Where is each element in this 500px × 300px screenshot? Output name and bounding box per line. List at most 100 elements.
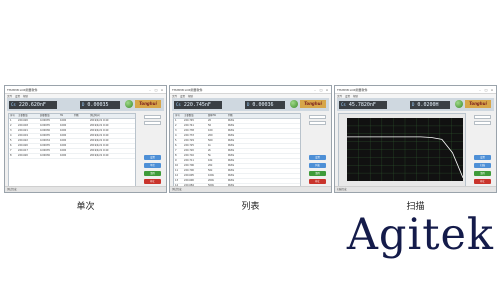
status-bar: 扫描完成 <box>335 186 496 192</box>
primary-display: Cs 220.620nF <box>9 100 57 109</box>
brand-logo: Tonghui <box>465 100 491 108</box>
minimize-button[interactable]: – <box>478 88 482 92</box>
table-body: 1 220.745 20 PASS 2 220.741 50 PASS 3 220.738 100 P… <box>174 119 300 192</box>
column-header[interactable]: 主参数值 <box>17 114 39 118</box>
title-bar: TH2838 LCR测量软件 – □ × <box>170 86 331 94</box>
param-field[interactable] <box>144 115 161 119</box>
table-cell: PASS <box>228 134 234 137</box>
table-cell: PASS <box>228 119 234 122</box>
table-cell: 5 <box>175 139 177 142</box>
table-cell: 6 <box>175 144 177 147</box>
table-cell <box>73 119 89 123</box>
list-button[interactable]: 列表 <box>309 163 326 168</box>
table-cell <box>73 139 89 143</box>
stop-button[interactable]: 停止 <box>309 179 326 184</box>
table-cell: 1000 <box>60 119 67 122</box>
table-cell: 2019/4/21 9:40 <box>90 134 109 137</box>
table-cell: 9 <box>175 159 177 162</box>
table-cell: 1000 <box>60 154 67 157</box>
table-cell: 220.706 <box>184 164 194 167</box>
settings-button[interactable]: 设置 <box>144 155 161 160</box>
table-cell: 3 <box>10 129 12 132</box>
window-title: TH2838 LCR测量软件 <box>7 87 38 92</box>
table-cell: PASS <box>228 124 234 127</box>
table-cell: 220.695 <box>184 174 194 177</box>
minimize-button[interactable]: – <box>313 88 317 92</box>
control-panel: 设置 列表 清除 停止 <box>305 113 329 188</box>
minimize-button[interactable]: – <box>148 88 152 92</box>
column-header[interactable]: Hz <box>59 114 73 118</box>
param-field[interactable] <box>474 115 491 119</box>
column-header[interactable]: 测试时间 <box>89 114 135 118</box>
column-header[interactable]: 判断 <box>227 114 247 118</box>
table-cell: 7 <box>175 149 177 152</box>
column-header[interactable]: 频率Hz <box>207 114 227 118</box>
column-header[interactable]: 序号 <box>9 114 17 118</box>
single-button[interactable]: 单次 <box>144 163 161 168</box>
table-cell: 1000 <box>60 129 67 132</box>
stop-button[interactable]: 停止 <box>144 179 161 184</box>
column-header[interactable]: 主参数值 <box>183 114 207 118</box>
param-field[interactable] <box>309 121 326 125</box>
table-cell: 2019/4/21 9:40 <box>90 154 109 157</box>
table-cell: 8 <box>175 154 177 157</box>
status-led-icon <box>125 100 133 108</box>
table-cell: 0.00035 <box>40 119 50 122</box>
sweep-button[interactable]: 扫描 <box>474 163 491 168</box>
table-cell: 50k <box>208 169 213 172</box>
primary-label: Cs <box>341 101 346 107</box>
secondary-display: D 0.0200H <box>410 100 450 109</box>
table-cell: 1 <box>175 119 177 122</box>
screenshot-sweep: TH2838 LCR测量软件 – □ × 文件 设置 帮助 Cs 45.7820… <box>334 85 497 193</box>
column-header[interactable]: 副参数值 <box>39 114 59 118</box>
table-cell: 6 <box>10 144 12 147</box>
param-field[interactable] <box>309 115 326 119</box>
table-cell: PASS <box>228 179 234 182</box>
maximize-button[interactable]: □ <box>154 88 158 92</box>
clear-button[interactable]: 清除 <box>474 171 491 176</box>
table-body: 1 220.620 0.00035 1000 2019/4/21 9:40 2 220.61… <box>9 119 135 159</box>
table-row[interactable]: 8 220.620 0.00036 1000 2019/4/21 9:40 <box>9 154 135 159</box>
secondary-display: D 0.00036 <box>245 100 285 109</box>
table-cell <box>73 144 89 148</box>
table-cell: 220.620 <box>18 144 28 147</box>
table-cell: 10 <box>175 164 179 167</box>
secondary-value: 0.00036 <box>252 101 274 108</box>
close-button[interactable]: × <box>325 88 329 92</box>
table-cell: 2019/4/21 9:40 <box>90 129 109 132</box>
table-cell: 1000 <box>60 149 67 152</box>
table-cell: PASS <box>228 139 234 142</box>
column-header[interactable]: 序号 <box>174 114 183 118</box>
table-cell: 0.00035 <box>40 149 50 152</box>
table-cell: 200k <box>208 179 214 182</box>
sweep-plot <box>347 118 463 181</box>
table-cell: 1 <box>10 119 12 122</box>
primary-display: Cs 220.745nF <box>174 100 222 109</box>
table-cell: 220.729 <box>184 139 194 142</box>
caption-list: 列表 <box>241 202 260 212</box>
table-cell: 5k <box>208 154 211 157</box>
clear-button[interactable]: 清除 <box>144 171 161 176</box>
clear-button[interactable]: 清除 <box>309 171 326 176</box>
close-button[interactable]: × <box>160 88 164 92</box>
primary-value: 220.745nF <box>183 101 211 108</box>
table-cell <box>73 124 89 128</box>
control-panel: 设置 单次 清除 停止 <box>140 113 164 188</box>
column-header[interactable]: 判断 <box>73 114 89 118</box>
close-button[interactable]: × <box>490 88 494 92</box>
table-cell: 2019/4/21 9:40 <box>90 124 109 127</box>
table-cell: 0.00035 <box>40 144 50 147</box>
maximize-button[interactable]: □ <box>484 88 488 92</box>
table-cell: 11 <box>175 169 179 172</box>
primary-label: Cs <box>176 101 181 107</box>
settings-button[interactable]: 设置 <box>309 155 326 160</box>
param-field[interactable] <box>474 121 491 125</box>
maximize-button[interactable]: □ <box>319 88 323 92</box>
stop-button[interactable]: 停止 <box>474 179 491 184</box>
table-cell <box>73 154 89 158</box>
settings-button[interactable]: 设置 <box>474 155 491 160</box>
table-cell: PASS <box>228 144 234 147</box>
list-table: 序号 主参数值 频率Hz 判断 1 220.745 20 PASS 2 220.741 50 PAS… <box>173 113 301 192</box>
param-field[interactable] <box>144 121 161 125</box>
table-cell: 500 <box>208 139 213 142</box>
